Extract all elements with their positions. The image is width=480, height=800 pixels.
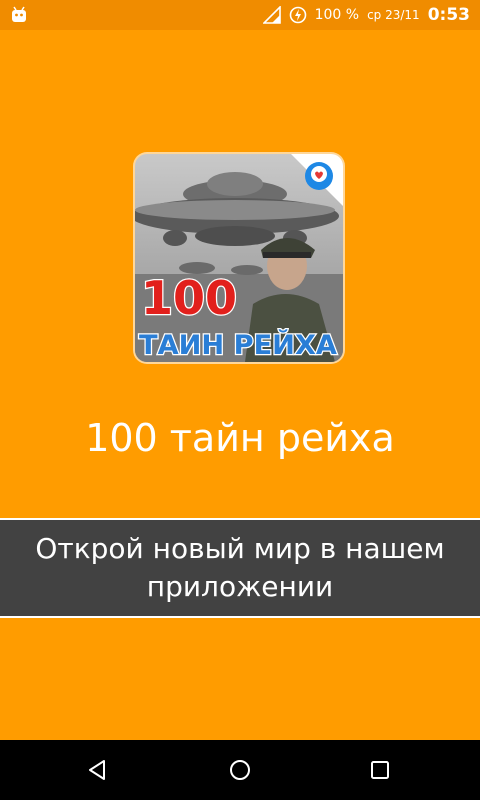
signal-icon — [262, 6, 281, 24]
status-bar: 100 % ср 23/11 0:53 — [0, 0, 480, 30]
app-icon-artwork: 100 ТАИН РЕЙХА — [135, 154, 343, 362]
battery-charging-icon — [289, 6, 306, 24]
android-debug-icon — [12, 6, 26, 22]
status-date: ср 23/11 — [367, 8, 420, 22]
status-time: 0:53 — [427, 5, 470, 25]
back-icon[interactable] — [86, 758, 110, 782]
app-title: 100 тайн рейха — [85, 416, 395, 460]
home-icon[interactable] — [228, 758, 252, 782]
navigation-bar — [0, 740, 480, 800]
battery-percent: 100 % — [314, 7, 360, 23]
status-indicators: 100 % ср 23/11 0:53 — [262, 0, 470, 30]
app-icon: 100 ТАИН РЕЙХА — [135, 154, 343, 362]
promo-banner-text: Открой новый мир в нашем приложении — [35, 532, 445, 603]
splash-screen: 100 ТАИН РЕЙХА 100 тайн рейха Открой нов… — [0, 30, 480, 740]
app-icon-number: 100 — [141, 271, 237, 325]
recent-apps-icon[interactable] — [368, 758, 392, 782]
promo-banner: Открой новый мир в нашем приложении — [0, 518, 480, 618]
app-icon-subtitle: ТАИН РЕЙХА — [139, 329, 337, 361]
